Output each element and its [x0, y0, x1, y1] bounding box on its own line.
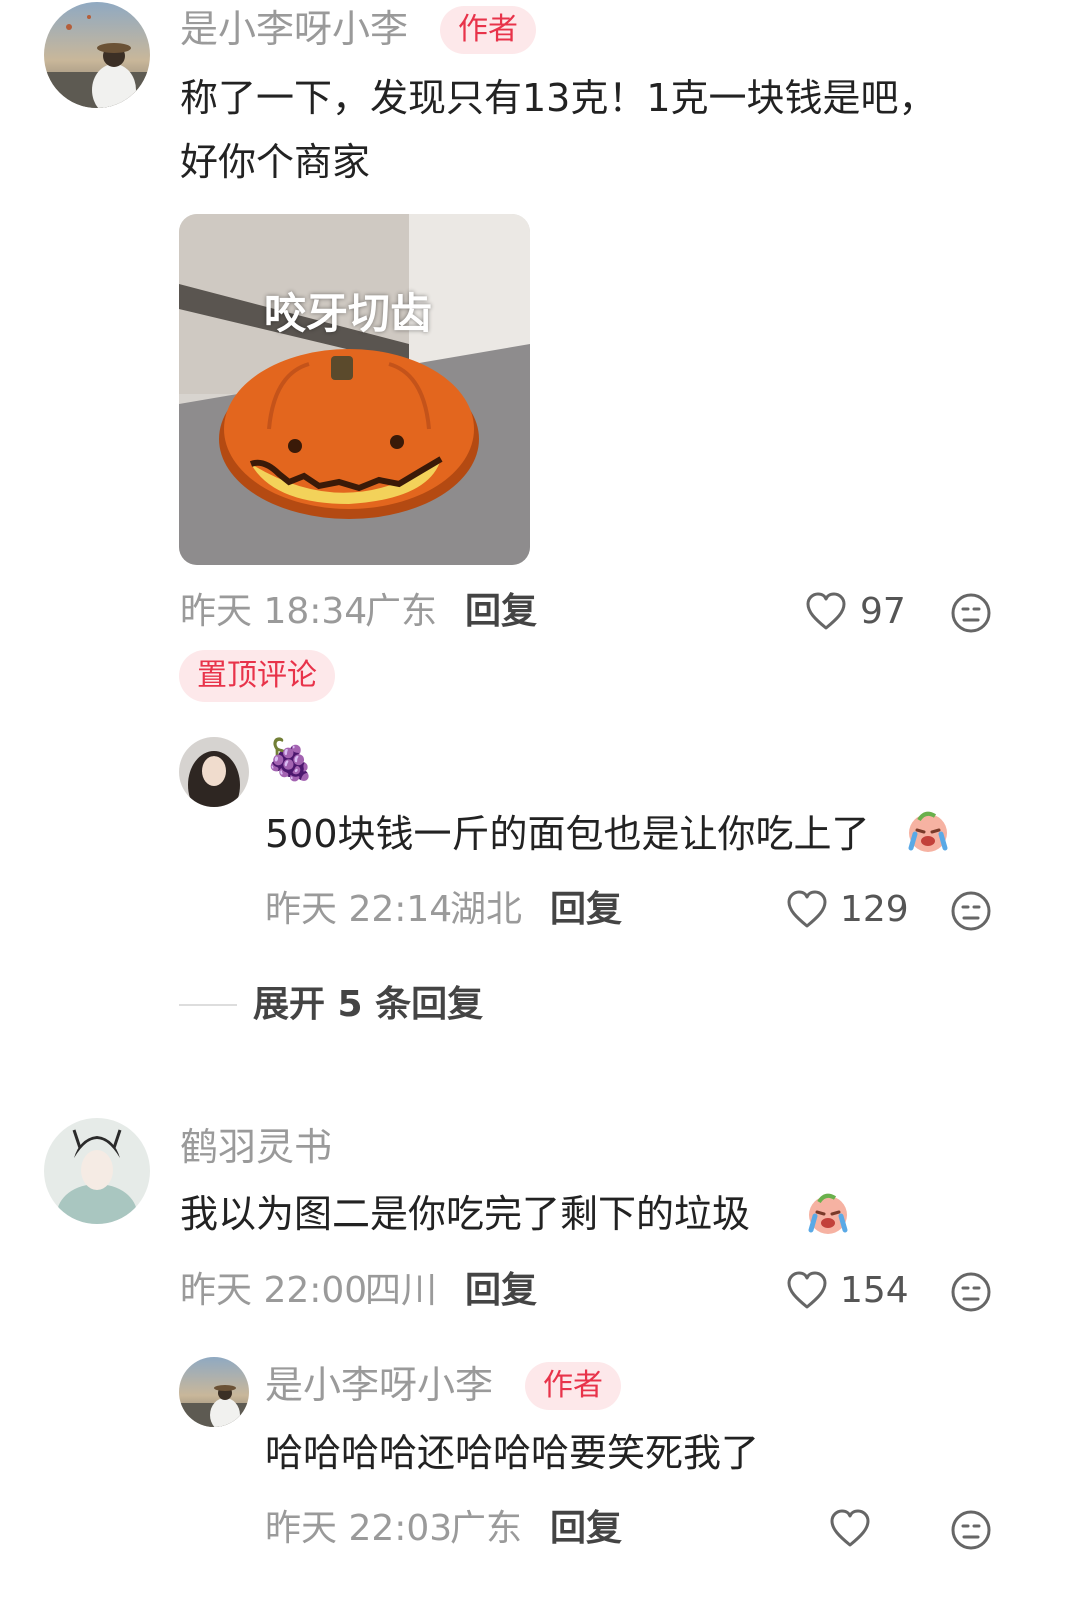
pinned-comment-badge: 置顶评论: [179, 650, 335, 702]
reply-location: 广东: [450, 1508, 523, 1549]
heart-outline-icon[interactable]: [786, 1271, 828, 1311]
author-name[interactable]: 是小李呀小李: [180, 10, 408, 48]
reply-text: 哈哈哈哈还哈哈哈要笑死我了: [265, 1431, 760, 1475]
reply-time: 昨天 22:14: [265, 889, 453, 930]
comment-text: 我以为图二是你吃完了剩下的垃圾: [180, 1192, 751, 1236]
reply-time: 昨天 22:03: [265, 1508, 453, 1549]
reply-button[interactable]: 回复: [550, 1511, 622, 1547]
sticker-caption: 咬牙切齿: [264, 289, 433, 338]
heart-outline-icon[interactable]: [786, 890, 828, 930]
like-count: 154: [840, 1270, 909, 1311]
pumpkin-sticker-image[interactable]: 咬牙切齿: [179, 214, 530, 565]
avatar[interactable]: [179, 1357, 249, 1427]
author-name[interactable]: 鹤羽灵书: [180, 1128, 332, 1166]
expand-divider: [179, 1004, 237, 1006]
neutral-face-icon[interactable]: [950, 890, 992, 932]
comment-location: 四川: [365, 1270, 438, 1311]
like-count: 97: [860, 591, 906, 632]
like-count: 129: [840, 889, 909, 930]
reply-location: 湖北: [450, 889, 523, 930]
avatar[interactable]: [44, 1118, 150, 1224]
avatar[interactable]: [179, 737, 249, 807]
comment-time: 昨天 22:00: [180, 1270, 368, 1311]
comment-text-line2: 好你个商家: [180, 140, 371, 184]
comment-text-line1: 称了一下，发现只有13克！1克一块钱是吧，: [180, 76, 937, 120]
heart-outline-icon[interactable]: [829, 1509, 871, 1549]
author-badge: 作者: [440, 6, 536, 54]
reply-button[interactable]: 回复: [465, 594, 537, 630]
neutral-face-icon[interactable]: [950, 592, 992, 634]
neutral-face-icon[interactable]: [950, 1509, 992, 1551]
expand-replies-button[interactable]: 展开 5 条回复: [253, 987, 483, 1023]
reply-text: 500块钱一斤的面包也是让你吃上了: [265, 812, 870, 856]
author-name[interactable]: 是小李呀小李: [265, 1366, 493, 1404]
avatar[interactable]: [44, 2, 150, 108]
crying-face-emoji: [805, 1190, 851, 1236]
author-badge: 作者: [525, 1362, 621, 1410]
comment-location: 广东: [365, 591, 438, 632]
heart-outline-icon[interactable]: [805, 592, 847, 632]
neutral-face-icon[interactable]: [950, 1271, 992, 1313]
comment-time: 昨天 18:34: [180, 591, 368, 632]
grapes-emoji: 🍇: [265, 737, 315, 783]
reply-button[interactable]: 回复: [550, 892, 622, 928]
reply-button[interactable]: 回复: [465, 1273, 537, 1309]
crying-face-emoji: [905, 808, 951, 854]
